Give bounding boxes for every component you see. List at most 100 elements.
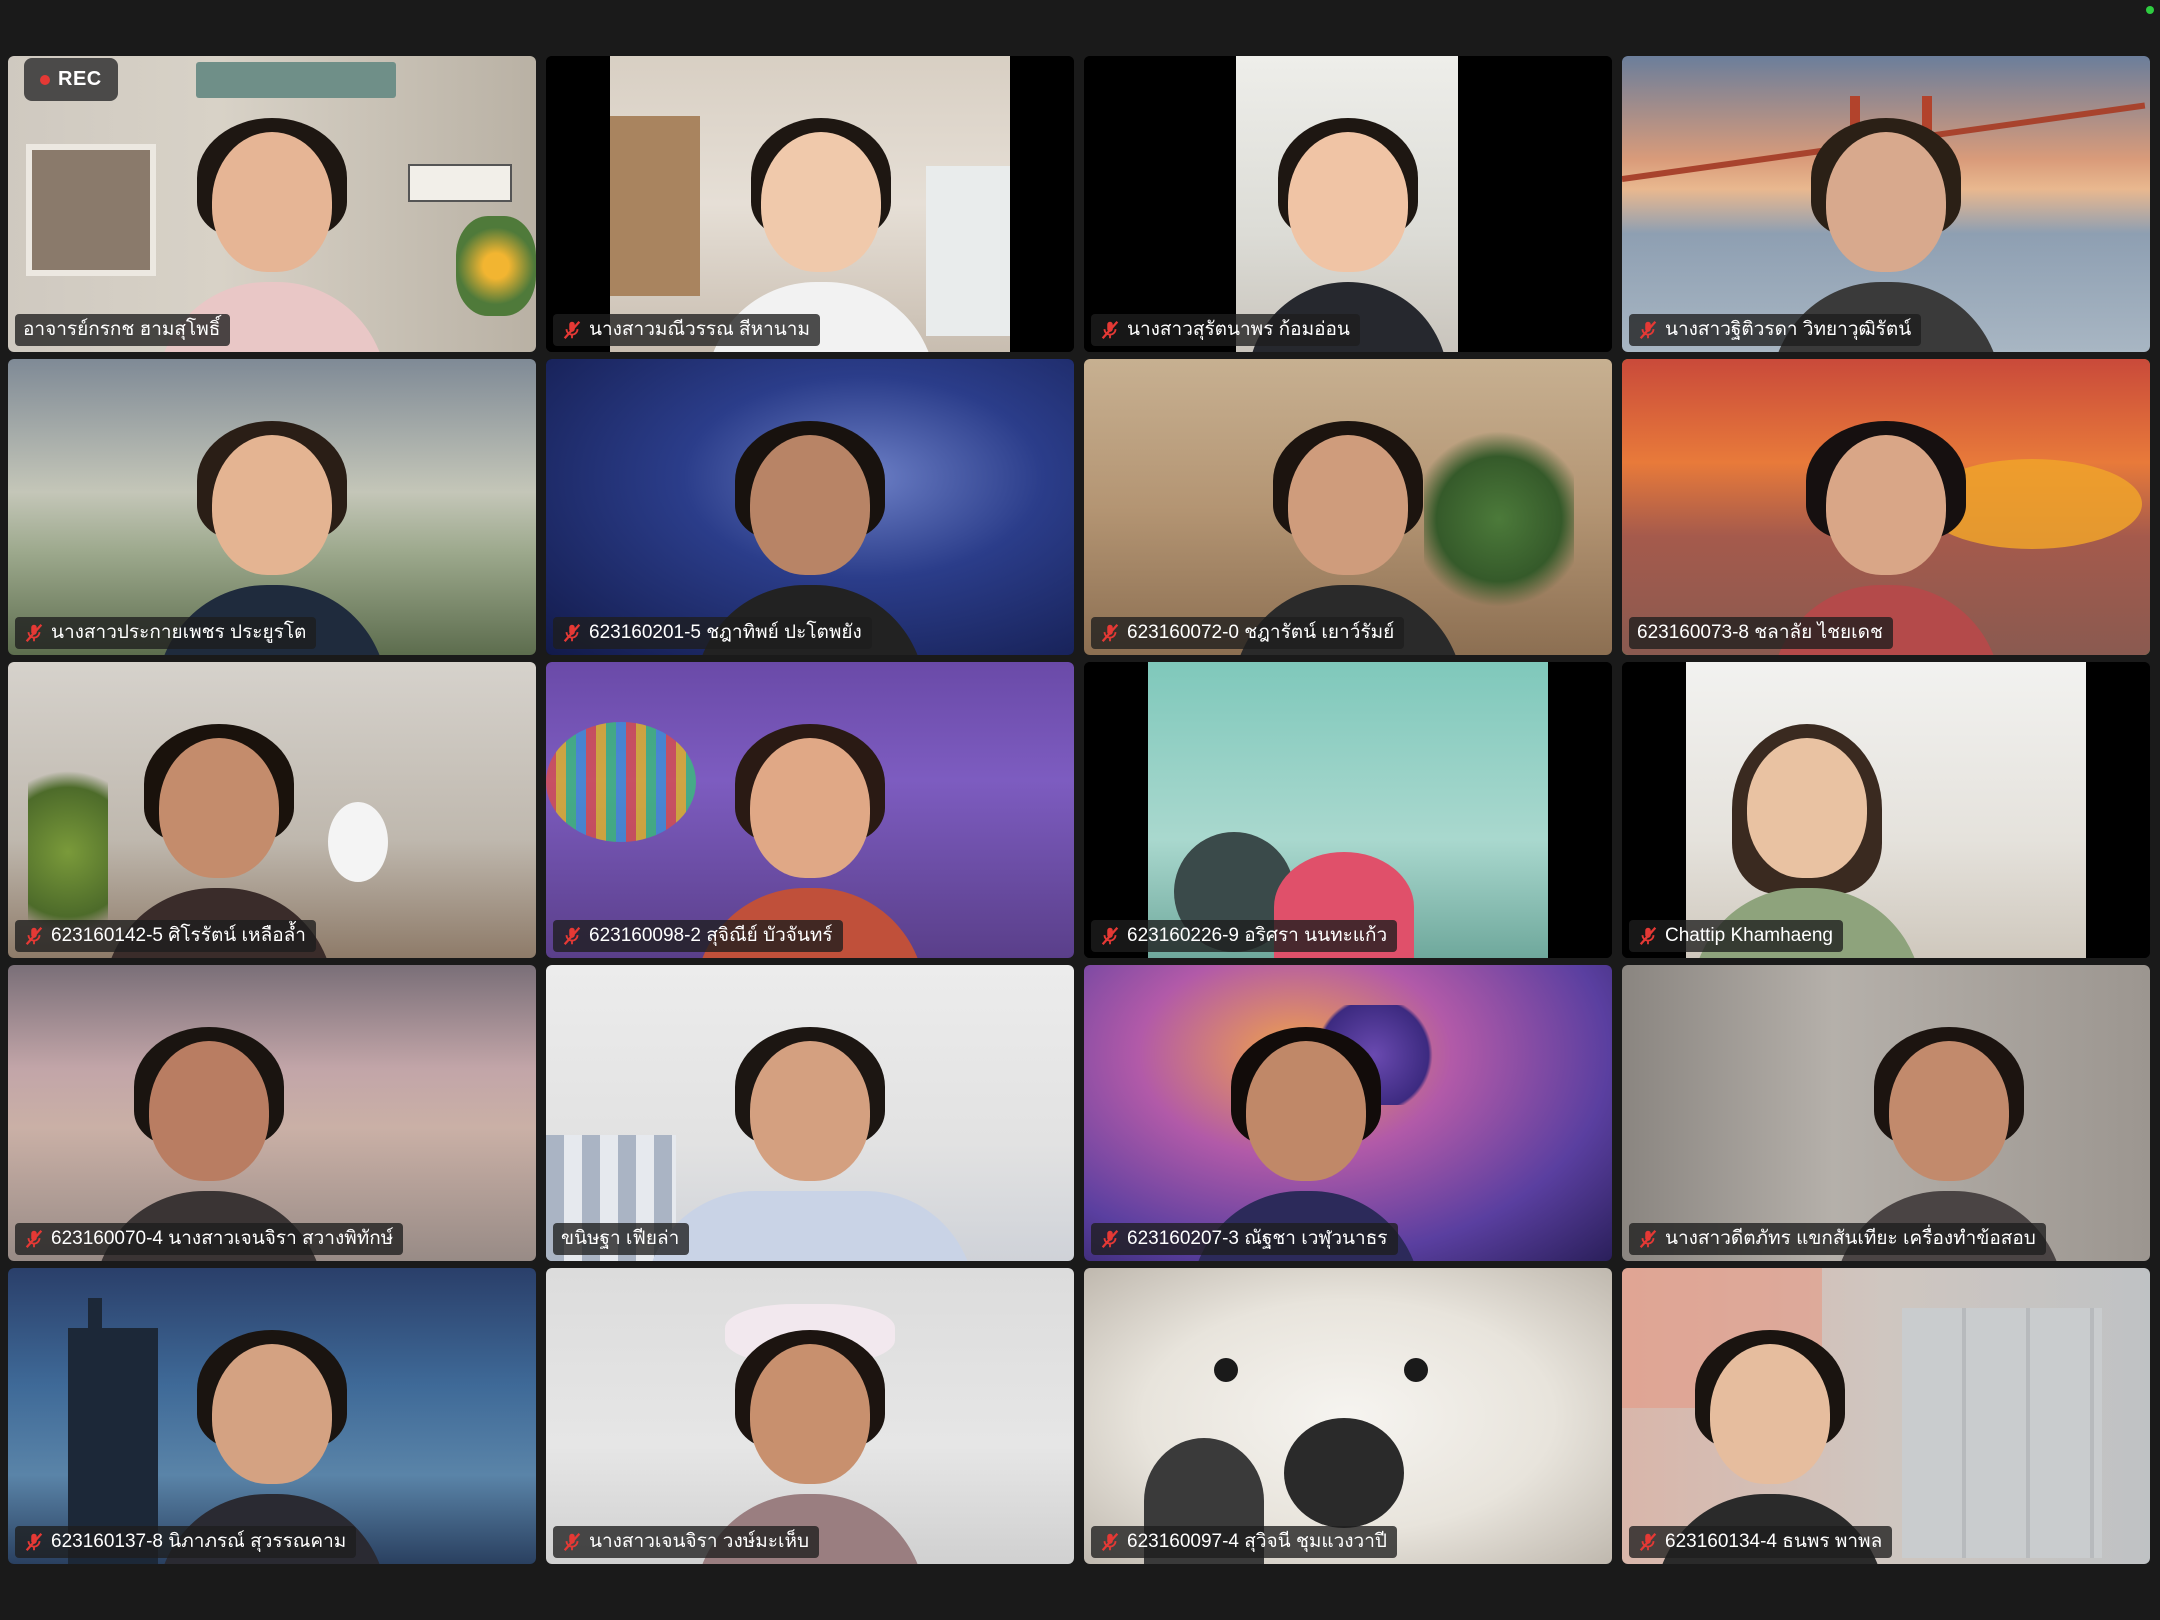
participant-tile[interactable]: ขนิษฐา เฟียล่า: [546, 965, 1074, 1261]
participant-name-label: 623160137-8 นิภาภรณ์ สุวรรณคาม: [15, 1526, 357, 1558]
participant-tile[interactable]: นางสาวฐิติวรดา วิทยาวุฒิรัตน์: [1622, 56, 2150, 352]
participant-video: [1622, 1268, 2150, 1564]
participant-name-label: 623160098-2 สุจิณีย์ บัวจันทร์: [553, 920, 843, 952]
participant-video: [8, 662, 536, 958]
participant-video: [1622, 359, 2150, 655]
participant-name: 623160070-4 นางสาวเจนจิรา สวางพิทักษ์: [51, 1228, 394, 1249]
participant-name-label: นางสาวสุรัตนาพร ก้อมอ่อน: [1091, 314, 1360, 346]
mic-muted-icon: [1101, 1532, 1119, 1552]
participant-name-label: 623160142-5 ศิโรรัตน์ เหลือล้ำ: [15, 920, 316, 952]
participant-tile[interactable]: นางสาวมณีวรรณ สีหานาม: [546, 56, 1074, 352]
mic-muted-icon: [1639, 1229, 1657, 1249]
participant-tile[interactable]: 623160098-2 สุจิณีย์ บัวจันทร์: [546, 662, 1074, 958]
participant-name-label: 623160073-8 ชลาลัย ไชยเดช: [1629, 617, 1893, 649]
participant-name-label: นางสาวประกายเพชร ประยูรโต: [15, 617, 317, 649]
mic-muted-icon: [1101, 623, 1119, 643]
participant-name-label: นางสาวมณีวรรณ สีหานาม: [553, 314, 820, 346]
mic-muted-icon: [25, 926, 43, 946]
participant-name: 623160134-4 ธนพร พาพล: [1665, 1531, 1883, 1552]
participant-name-label: 623160207-3 ณัฐชา เวฬุวนาธร: [1091, 1223, 1398, 1255]
mic-muted-icon: [1101, 320, 1119, 340]
participant-video: [546, 662, 1074, 958]
mic-muted-icon: [1101, 926, 1119, 946]
participant-name-label: อาจารย์กรกช ฮามสุโพธิ์: [15, 314, 231, 346]
participant-video: [546, 1268, 1074, 1564]
participant-tile[interactable]: นางสาวประกายเพชร ประยูรโต: [8, 359, 536, 655]
recording-indicator: REC: [24, 58, 118, 101]
participant-video: [1622, 965, 2150, 1261]
participant-name-label: นางสาวดีตภัทร แขกสันเทียะ เครื่องทำข้อสอ…: [1629, 1223, 2046, 1255]
participant-video: [546, 56, 1074, 352]
participant-tile[interactable]: 623160072-0 ชฎารัตน์ เยาว์รัมย์: [1084, 359, 1612, 655]
participant-name: นางสาวสุรัตนาพร ก้อมอ่อน: [1127, 319, 1350, 340]
participant-video: [1084, 662, 1612, 958]
participant-video: [8, 1268, 536, 1564]
participant-video: [1622, 56, 2150, 352]
participant-name-label: 623160097-4 สุวิจนี ชุมแวงวาปี: [1091, 1526, 1397, 1558]
participant-name: 623160142-5 ศิโรรัตน์ เหลือล้ำ: [51, 925, 306, 946]
mic-muted-icon: [1101, 1229, 1119, 1249]
participant-name: 623160098-2 สุจิณีย์ บัวจันทร์: [589, 925, 833, 946]
participant-tile[interactable]: 623160097-4 สุวิจนี ชุมแวงวาปี: [1084, 1268, 1612, 1564]
mic-muted-icon: [1639, 1532, 1657, 1552]
mic-muted-icon: [563, 1532, 581, 1552]
participant-name: ขนิษฐา เฟียล่า: [561, 1228, 680, 1249]
participant-tile[interactable]: นางสาวสุรัตนาพร ก้อมอ่อน: [1084, 56, 1612, 352]
mic-muted-icon: [563, 623, 581, 643]
participant-video: [1084, 965, 1612, 1261]
participant-tile[interactable]: Chattip Khamhaeng: [1622, 662, 2150, 958]
participant-tile[interactable]: 623160070-4 นางสาวเจนจิรา สวางพิทักษ์: [8, 965, 536, 1261]
participant-name: นางสาวมณีวรรณ สีหานาม: [589, 319, 810, 340]
participant-name: 623160226-9 อริศรา นนทะแก้ว: [1127, 925, 1388, 946]
participant-tile[interactable]: นางสาวเจนจิรา วงษ์มะเห็บ: [546, 1268, 1074, 1564]
participant-name-label: 623160070-4 นางสาวเจนจิรา สวางพิทักษ์: [15, 1223, 404, 1255]
connection-status-indicator: [2146, 6, 2154, 14]
top-bar: [0, 0, 2160, 52]
participant-name: 623160137-8 นิภาภรณ์ สุวรรณคาม: [51, 1531, 347, 1552]
mic-muted-icon: [563, 926, 581, 946]
participant-tile[interactable]: 623160201-5 ชฎาทิพย์ ปะโตพยัง: [546, 359, 1074, 655]
record-dot-icon: [40, 74, 50, 85]
participant-tile[interactable]: นางสาวดีตภัทร แขกสันเทียะ เครื่องทำข้อสอ…: [1622, 965, 2150, 1261]
participant-video: [1084, 1268, 1612, 1564]
participant-name: 623160097-4 สุวิจนี ชุมแวงวาปี: [1127, 1531, 1387, 1552]
participant-video: [1084, 56, 1612, 352]
participant-name: 623160072-0 ชฎารัตน์ เยาว์รัมย์: [1127, 622, 1395, 643]
participant-name: นางสาวประกายเพชร ประยูรโต: [51, 622, 307, 643]
participant-name: นางสาวเจนจิรา วงษ์มะเห็บ: [589, 1531, 810, 1552]
recording-label: REC: [58, 68, 102, 90]
participant-name: นางสาวดีตภัทร แขกสันเทียะ เครื่องทำข้อสอ…: [1665, 1228, 2036, 1249]
mic-muted-icon: [1639, 926, 1657, 946]
participant-tile[interactable]: 623160142-5 ศิโรรัตน์ เหลือล้ำ: [8, 662, 536, 958]
participant-video: [1084, 359, 1612, 655]
participant-tile-active-speaker[interactable]: 623160073-8 ชลาลัย ไชยเดช: [1622, 359, 2150, 655]
participant-name-label: นางสาวฐิติวรดา วิทยาวุฒิรัตน์: [1629, 314, 1922, 346]
participant-tile[interactable]: REC อาจารย์กรกช ฮามสุโพธิ์: [8, 56, 536, 352]
participant-name-label: 623160226-9 อริศรา นนทะแก้ว: [1091, 920, 1398, 952]
mic-muted-icon: [1639, 320, 1657, 340]
mic-muted-icon: [25, 1229, 43, 1249]
participant-name: Chattip Khamhaeng: [1665, 925, 1833, 946]
participant-name-label: นางสาวเจนจิรา วงษ์มะเห็บ: [553, 1526, 820, 1558]
gallery-view: REC อาจารย์กรกช ฮามสุโพธิ์ นางสาวมณีวรรณ…: [8, 56, 2152, 1564]
participant-tile[interactable]: 623160207-3 ณัฐชา เวฬุวนาธร: [1084, 965, 1612, 1261]
participant-tile[interactable]: 623160226-9 อริศรา นนทะแก้ว: [1084, 662, 1612, 958]
participant-tile[interactable]: 623160137-8 นิภาภรณ์ สุวรรณคาม: [8, 1268, 536, 1564]
participant-video: [546, 359, 1074, 655]
participant-name: 623160073-8 ชลาลัย ไชยเดช: [1637, 622, 1883, 643]
participant-name: อาจารย์กรกช ฮามสุโพธิ์: [23, 319, 221, 340]
participant-name-label: ขนิษฐา เฟียล่า: [553, 1223, 690, 1255]
participant-name: 623160201-5 ชฎาทิพย์ ปะโตพยัง: [589, 622, 862, 643]
participant-video: [8, 965, 536, 1261]
participant-name-label: 623160201-5 ชฎาทิพย์ ปะโตพยัง: [553, 617, 872, 649]
participant-video: [546, 965, 1074, 1261]
participant-name: 623160207-3 ณัฐชา เวฬุวนาธร: [1127, 1228, 1388, 1249]
participant-video: [1622, 662, 2150, 958]
participant-tile[interactable]: 623160134-4 ธนพร พาพล: [1622, 1268, 2150, 1564]
participant-video: [8, 359, 536, 655]
participant-name-label: 623160134-4 ธนพร พาพล: [1629, 1526, 1893, 1558]
participant-name-label: 623160072-0 ชฎารัตน์ เยาว์รัมย์: [1091, 617, 1405, 649]
mic-muted-icon: [25, 1532, 43, 1552]
mic-muted-icon: [25, 623, 43, 643]
participant-name-label: Chattip Khamhaeng: [1629, 920, 1843, 952]
